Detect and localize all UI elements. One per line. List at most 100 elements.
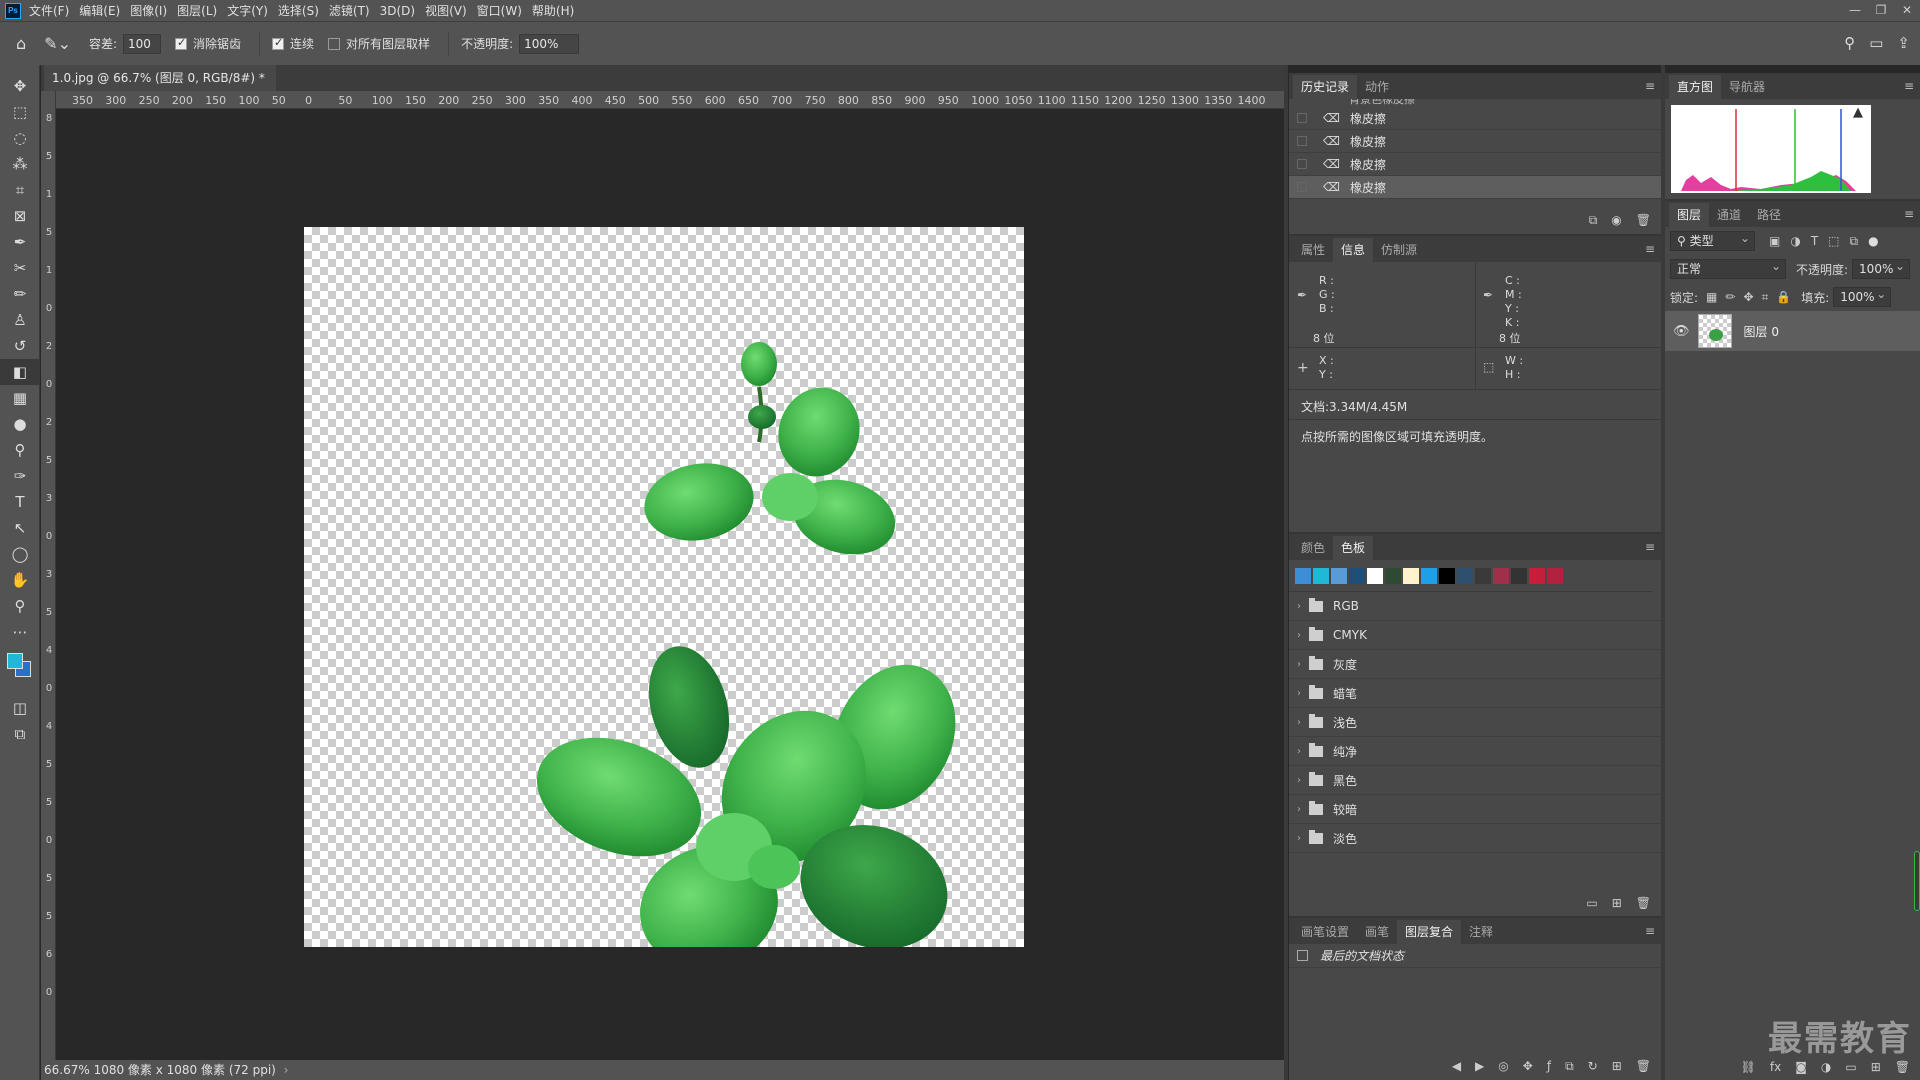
tab-actions[interactable]: 动作 — [1357, 75, 1397, 99]
color-swatch[interactable] — [1313, 568, 1329, 584]
history-brush-source-checkbox[interactable] — [1297, 182, 1307, 192]
panel-menu-icon[interactable]: ≡ — [1904, 79, 1914, 93]
panel-menu-icon[interactable]: ≡ — [1645, 924, 1655, 938]
tab-color[interactable]: 颜色 — [1293, 536, 1333, 560]
color-swatch[interactable] — [1547, 568, 1563, 584]
warning-icon[interactable]: ▲ — [1853, 105, 1863, 120]
group-folder-icon[interactable]: ▭ — [1845, 1060, 1856, 1074]
swatch-group-pure[interactable]: › 纯净 — [1289, 737, 1661, 766]
fill-input[interactable]: 100% — [1833, 285, 1892, 307]
tab-channels[interactable]: 通道 — [1709, 203, 1749, 227]
menu-help[interactable]: 帮助(H) — [532, 2, 574, 19]
menu-layer[interactable]: 图层(L) — [177, 2, 217, 19]
color-swatch[interactable] — [1421, 568, 1437, 584]
mask-icon[interactable]: ◙ — [1795, 1060, 1807, 1074]
dodge-tool-icon[interactable]: ⚲ — [0, 437, 40, 463]
position-icon[interactable]: ✥ — [1523, 1059, 1533, 1074]
menu-view[interactable]: 视图(V) — [425, 2, 467, 19]
color-swatch[interactable] — [1331, 568, 1347, 584]
history-item-selected[interactable]: ⌫ 橡皮擦 — [1289, 176, 1661, 199]
new-group-icon[interactable]: ▭ — [1586, 896, 1597, 910]
color-swatch[interactable] — [1385, 568, 1401, 584]
delete-icon[interactable]: 🗑 — [1636, 896, 1651, 910]
type-tool-icon[interactable]: T — [0, 489, 40, 515]
swatch-group-cmyk[interactable]: › CMYK — [1289, 621, 1661, 650]
frame-tool-icon[interactable]: ⊠ — [0, 203, 40, 229]
chevron-right-icon[interactable]: › — [1297, 804, 1301, 815]
filter-pixel-icon[interactable]: ▣ — [1769, 234, 1780, 248]
color-swatch[interactable] — [1493, 568, 1509, 584]
antialias-checkbox[interactable] — [175, 36, 188, 50]
swatch-group-grayscale[interactable]: › 灰度 — [1289, 650, 1661, 679]
chevron-right-icon[interactable]: › — [1297, 775, 1301, 786]
history-item[interactable]: ⌫ 橡皮擦 — [1289, 130, 1661, 153]
tab-brushes[interactable]: 画笔 — [1357, 920, 1397, 944]
tab-brush-settings[interactable]: 画笔设置 — [1293, 920, 1357, 944]
color-swatch[interactable] — [1349, 568, 1365, 584]
history-item[interactable]: ⌫ 橡皮擦 — [1289, 107, 1661, 130]
zoom-tool-icon[interactable]: ⚲ — [0, 593, 40, 619]
layer-name[interactable]: 图层 0 — [1744, 323, 1779, 340]
visibility-icon[interactable]: ◎ — [1498, 1059, 1508, 1074]
crop-tool-icon[interactable]: ⌗ — [0, 177, 40, 203]
healing-tool-icon[interactable]: ✂ — [0, 255, 40, 281]
move-tool-icon[interactable]: ✥ — [0, 73, 40, 99]
tab-swatches[interactable]: 色板 — [1333, 536, 1374, 560]
chevron-right-icon[interactable]: › — [1297, 688, 1301, 699]
adjustment-icon[interactable]: ◑ — [1821, 1060, 1831, 1074]
lock-position-icon[interactable]: ✥ — [1743, 290, 1753, 304]
menu-window[interactable]: 窗口(W) — [477, 2, 522, 19]
color-swatch[interactable] — [1295, 568, 1311, 584]
fx-icon[interactable]: ƒ — [1547, 1059, 1551, 1074]
path-select-tool-icon[interactable]: ↖ — [0, 515, 40, 541]
filter-smart-icon[interactable]: ⧉ — [1850, 234, 1859, 249]
chevron-right-icon[interactable]: › — [1297, 601, 1301, 612]
tab-paths[interactable]: 路径 — [1749, 203, 1789, 227]
new-document-from-state-icon[interactable]: ⧉ — [1589, 213, 1598, 228]
chevron-right-icon[interactable]: › — [1297, 717, 1301, 728]
menu-select[interactable]: 选择(S) — [278, 2, 319, 19]
color-swatch[interactable] — [1367, 568, 1383, 584]
color-swatch[interactable] — [1529, 568, 1545, 584]
share-icon[interactable]: ⇪ — [1897, 34, 1910, 52]
filter-type-icon[interactable]: T — [1811, 234, 1818, 248]
previous-icon[interactable]: ◀ — [1452, 1059, 1461, 1074]
document-canvas[interactable] — [304, 227, 1024, 947]
delete-icon[interactable]: 🗑 — [1895, 1060, 1910, 1074]
chevron-right-icon[interactable]: › — [1297, 630, 1301, 641]
quick-mask-icon[interactable]: ◫ — [0, 695, 40, 721]
screen-mode-icon[interactable]: ⧉ — [0, 721, 40, 747]
lock-image-icon[interactable]: ✏ — [1725, 290, 1735, 304]
restore-button[interactable]: ❐ — [1868, 0, 1894, 21]
tab-clone-source[interactable]: 仿制源 — [1373, 238, 1425, 262]
panel-menu-icon[interactable]: ≡ — [1904, 207, 1914, 221]
blur-tool-icon[interactable]: ● — [0, 411, 40, 437]
new-layer-icon[interactable]: ⊞ — [1871, 1060, 1881, 1074]
snapshot-icon[interactable]: ◉ — [1611, 213, 1621, 228]
new-comp-icon[interactable]: ⊞ — [1612, 1059, 1622, 1074]
layer-opacity-input[interactable]: 100% — [1852, 257, 1911, 279]
color-swatch[interactable] — [1439, 568, 1455, 584]
tolerance-input[interactable]: 100 — [123, 33, 162, 54]
color-swatch[interactable] — [1457, 568, 1473, 584]
update-icon[interactable]: ↻ — [1588, 1059, 1598, 1074]
document-tab[interactable]: 1.0.jpg @ 66.7% (图层 0, RGB/8#) * × — [44, 65, 276, 111]
panel-menu-icon[interactable]: ≡ — [1645, 540, 1655, 554]
history-brush-source-checkbox[interactable] — [1297, 136, 1307, 146]
search-icon[interactable]: ⚲ — [1844, 34, 1855, 52]
tab-notes[interactable]: 注释 — [1461, 920, 1501, 944]
chevron-right-icon[interactable]: › — [1297, 659, 1301, 670]
marquee-tool-icon[interactable]: ⬚ — [0, 99, 40, 125]
brush-tool-icon[interactable]: ✏ — [0, 281, 40, 307]
home-icon[interactable]: ⌂ — [16, 34, 26, 53]
lock-all-icon[interactable]: 🔒 — [1776, 290, 1791, 304]
tab-history[interactable]: 历史记录 — [1293, 75, 1358, 99]
layer-thumbnail[interactable] — [1697, 314, 1732, 348]
tab-info[interactable]: 信息 — [1333, 238, 1374, 262]
delete-icon[interactable]: 🗑 — [1636, 1059, 1651, 1074]
history-brush-source-checkbox[interactable] — [1297, 113, 1307, 123]
tab-layer-comps[interactable]: 图层复合 — [1397, 920, 1462, 944]
ellipse-tool-icon[interactable]: ◯ — [0, 541, 40, 567]
foreground-color-swatch[interactable] — [7, 653, 23, 669]
link-icon[interactable]: ⛓ — [1741, 1060, 1756, 1074]
